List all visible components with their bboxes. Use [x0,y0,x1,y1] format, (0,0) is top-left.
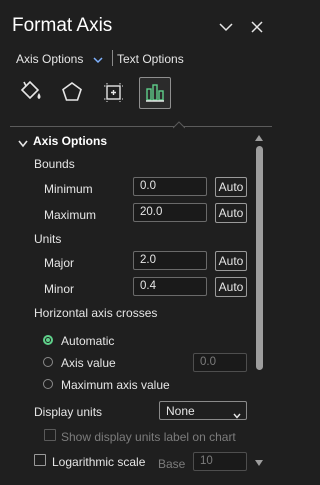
display-units-select[interactable]: None [159,401,247,420]
minor-input[interactable]: 0.4 [133,277,207,296]
minor-auto-button[interactable]: Auto [215,277,247,297]
radio-axis-value[interactable] [43,357,53,367]
logarithmic-scale-label[interactable]: Logarithmic scale [52,455,145,469]
major-auto-button[interactable]: Auto [215,251,247,271]
collapse-chevron-icon[interactable] [219,20,233,34]
logarithmic-scale-checkbox[interactable] [34,454,46,466]
crosses-heading: Horizontal axis crosses [34,306,158,320]
radio-maximum-axis-value[interactable] [43,379,53,389]
chevron-down-icon [93,53,103,67]
chevron-down-icon [233,408,241,422]
size-grid-icon [101,80,125,107]
radio-maximum-axis-value-label[interactable]: Maximum axis value [61,378,170,392]
scrollbar-thumb[interactable] [256,146,263,370]
display-units-label: Display units [34,405,103,419]
tab-axis-options[interactable] [139,77,171,109]
active-tab-notch [172,118,186,130]
pentagon-icon [60,80,84,107]
bounds-heading: Bounds [34,157,75,171]
base-label: Base [158,457,186,471]
radio-automatic[interactable] [43,335,53,345]
tab-divider [10,126,272,127]
axis-options-menu-label: Axis Options [16,52,84,66]
paint-bucket-icon [17,79,43,108]
tab-size-properties[interactable] [98,78,128,108]
display-units-selected: None [166,404,195,418]
maximum-label: Maximum [44,208,97,222]
scroll-up-arrow-icon[interactable] [254,131,264,145]
minimum-label: Minimum [44,182,93,196]
base-input[interactable]: 10 [193,452,247,471]
maximum-input[interactable]: 20.0 [133,203,207,222]
axis-value-input[interactable]: 0.0 [193,353,247,372]
minimum-auto-button[interactable]: Auto [215,177,247,197]
show-display-units-checkbox[interactable] [44,429,56,441]
scroll-down-arrow-icon[interactable] [254,456,264,470]
tab-fill-line[interactable] [15,78,45,108]
radio-axis-value-label[interactable]: Axis value [61,356,116,370]
units-heading: Units [34,232,62,246]
minimum-input[interactable]: 0.0 [133,177,207,196]
axis-options-menu[interactable]: Axis Options [16,52,103,67]
text-options-menu[interactable]: Text Options [117,52,184,66]
pane-title: Format Axis [12,15,113,36]
tab-effects[interactable] [57,78,87,108]
maximum-auto-button[interactable]: Auto [215,203,247,223]
radio-automatic-label[interactable]: Automatic [61,334,114,348]
menu-separator [112,50,113,66]
section-collapse-chevron-icon[interactable] [18,137,28,151]
minor-label: Minor [44,282,75,296]
close-icon[interactable] [250,20,264,34]
section-title-axis-options: Axis Options [33,134,108,148]
bar-chart-icon [144,81,166,106]
major-label: Major [44,256,75,270]
major-input[interactable]: 2.0 [133,251,207,270]
show-display-units-label[interactable]: Show display units label on chart [61,430,236,444]
